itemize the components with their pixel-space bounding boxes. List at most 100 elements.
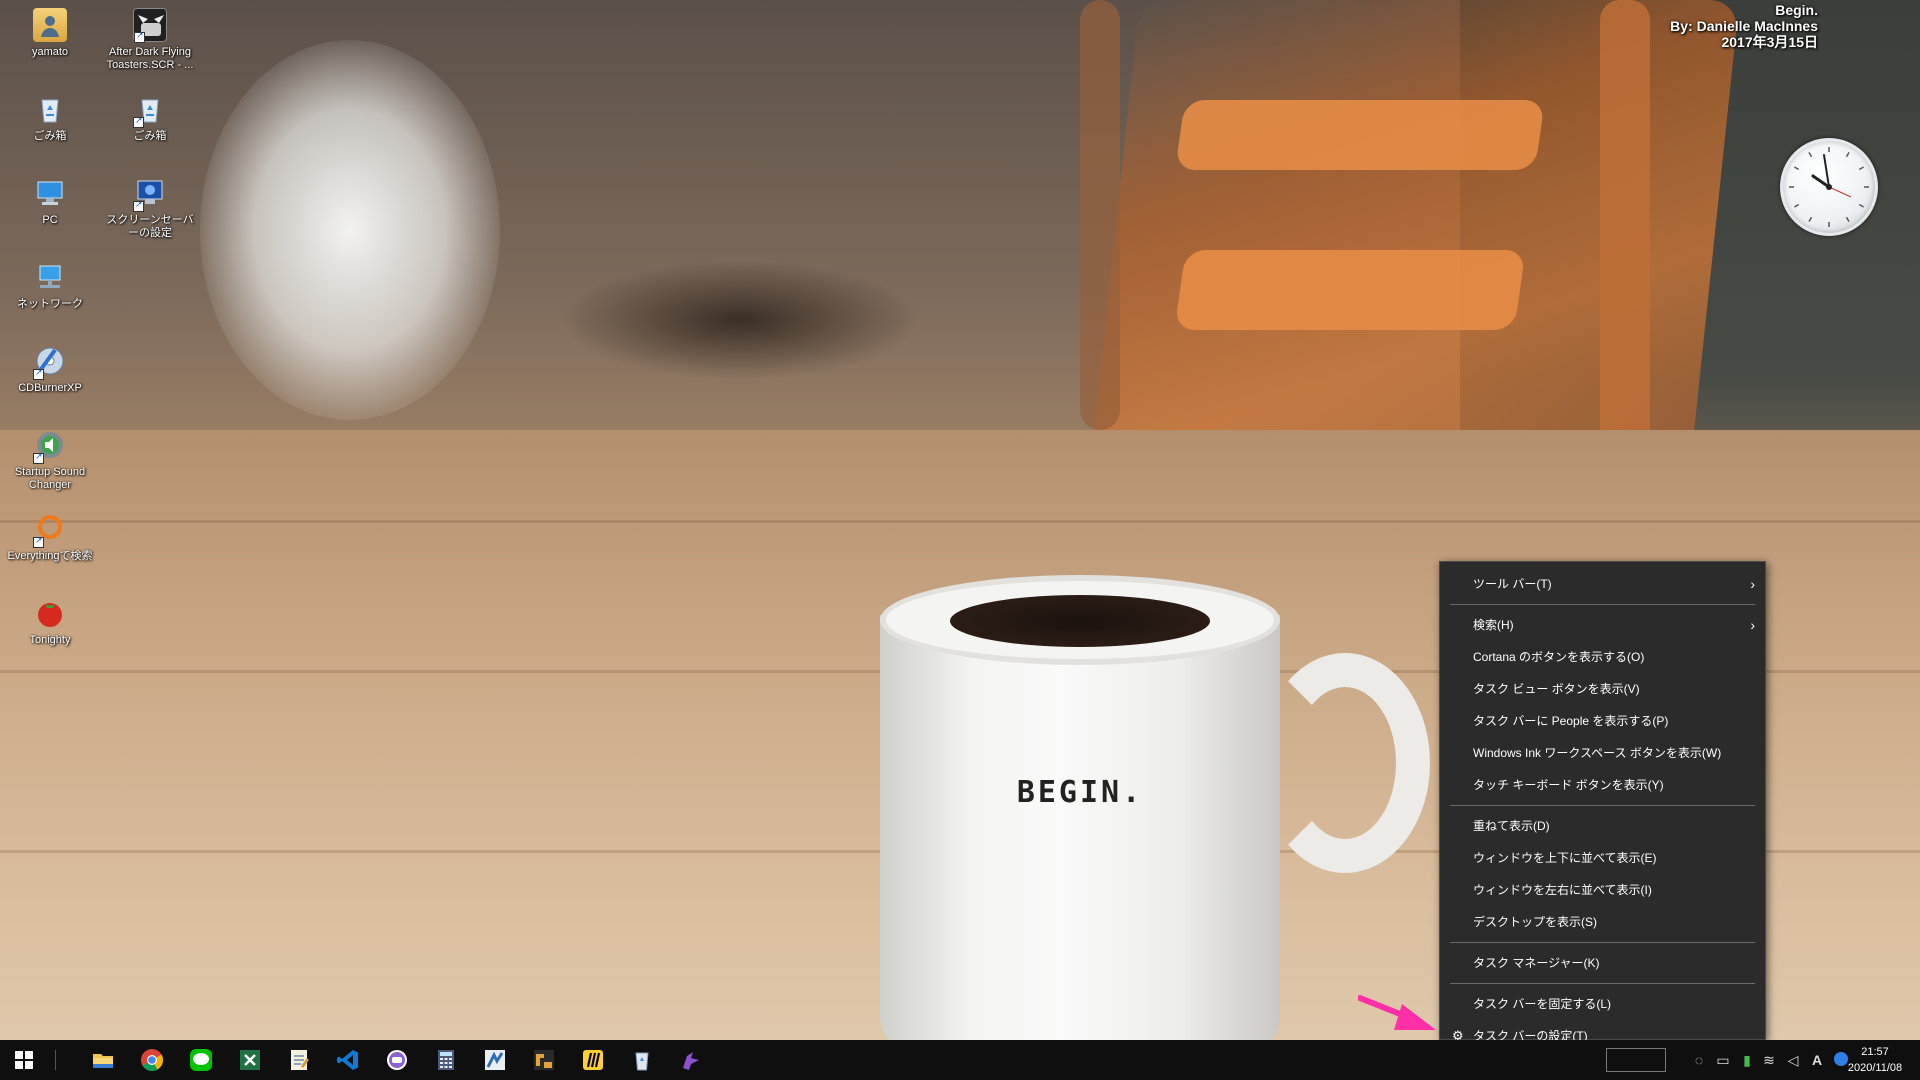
desktop-icon-label: ごみ箱 [133,130,167,142]
tray-battery-icon[interactable]: ▮ [1738,1051,1756,1069]
taskbar-app-recycle-bin[interactable] [618,1040,666,1080]
menu-item-show-task-view-button[interactable]: タスク ビュー ボタンを表示(V) [1440,673,1765,705]
puzzle-app-icon [683,1052,699,1070]
menu-item-show-desktop[interactable]: デスクトップを表示(S) [1440,906,1765,938]
taskbar: ◌ ▭ ▮ ≋ ◁ A 21:57 2020/11/08 [0,1040,1920,1080]
menu-separator [1450,805,1755,806]
menu-item-cascade-windows[interactable]: 重ねて表示(D) [1440,810,1765,842]
menu-separator [1450,983,1755,984]
excel-icon [240,1050,260,1070]
desktop-icon-label: PC [42,214,58,226]
tray-volume-icon[interactable]: ◁ [1784,1051,1802,1069]
desktop-icon-everything[interactable]: Everythingで検索 [0,512,100,563]
desktop-icon-network[interactable]: ネットワーク [5,260,95,311]
desktop-icon-screensaver-settings[interactable]: スクリーンセーバーの設定 [105,176,195,240]
recycle-bin-icon [133,92,167,128]
menu-item-label: 重ねて表示(D) [1473,819,1550,833]
menu-item-search[interactable]: 検索(H) › [1440,609,1765,641]
taskbar-app-chat[interactable] [373,1040,421,1080]
picture-app-icon [485,1050,505,1070]
wallpaper-chair-slat [1175,100,1545,170]
desktop-icon-label: CDBurnerXP [18,382,82,394]
menu-item-side-by-side-windows[interactable]: ウィンドウを左右に並べて表示(I) [1440,874,1765,906]
tray-input-box[interactable] [1606,1048,1666,1072]
shortcut-arrow-icon [33,535,44,548]
wallpaper-table-plank [0,520,1920,523]
menu-item-label: Cortana のボタンを表示する(O) [1473,650,1645,664]
menu-item-show-people[interactable]: タスク バーに People を表示する(P) [1440,705,1765,737]
shortcut-arrow-icon [134,30,145,43]
taskbar-context-menu: ツール バー(T) › 検索(H) › Cortana のボタンを表示する(O)… [1439,561,1766,1043]
miro-icon [583,1050,603,1070]
taskbar-clock[interactable]: 21:57 2020/11/08 [1840,1044,1910,1076]
menu-item-label: タスク ビュー ボタンを表示(V) [1473,682,1640,696]
recycle-bin-icon [635,1052,649,1071]
tray-display-icon[interactable]: ▭ [1714,1051,1732,1069]
desktop-icon-label: After Dark Flying Toasters.SCR - ... [106,46,194,71]
menu-item-toolbars[interactable]: ツール バー(T) › [1440,568,1765,600]
wallpaper-chair-slat [1174,250,1526,330]
taskbar-app-miro[interactable] [569,1040,617,1080]
tool-app-icon [534,1050,554,1070]
menu-item-show-windows-ink[interactable]: Windows Ink ワークスペース ボタンを表示(W) [1440,737,1765,769]
chat-bubble-icon [387,1050,407,1070]
taskbar-app-vscode[interactable] [324,1040,372,1080]
desktop-icon-yamato[interactable]: yamato [5,8,95,59]
menu-item-label: タスク マネージャー(K) [1473,956,1600,970]
menu-item-lock-taskbar[interactable]: タスク バーを固定する(L) [1440,988,1765,1020]
desktop-icon-tonighty[interactable]: Tonighty [5,596,95,647]
desktop-icon-afterdark[interactable]: After Dark Flying Toasters.SCR - ... [105,8,195,72]
taskbar-app-line[interactable] [177,1040,225,1080]
desktop-icon-startup-sound-changer[interactable]: Startup Sound Changer [5,428,95,492]
menu-item-label: ツール バー(T) [1473,577,1552,591]
taskbar-app-notepad[interactable] [275,1040,323,1080]
submenu-arrow-icon: › [1750,576,1755,592]
taskbar-app-calculator[interactable] [422,1040,470,1080]
windows-logo-icon [15,1051,33,1069]
tray-network-icon[interactable]: ◌ [1690,1051,1708,1069]
notepad-icon [291,1050,309,1070]
taskbar-app-image[interactable] [471,1040,519,1080]
taskbar-app-tool[interactable] [520,1040,568,1080]
menu-item-show-cortana-button[interactable]: Cortana のボタンを表示する(O) [1440,641,1765,673]
wallpaper-author: By: Danielle MacInnes [1670,18,1818,34]
taskbar-app-file-explorer[interactable] [79,1040,127,1080]
desktop-icon-recycle-bin[interactable]: ごみ箱 [5,92,95,143]
taskbar-app-puzzle[interactable] [667,1040,715,1080]
desktop-icon-label: Startup Sound Changer [14,466,86,491]
menu-item-label: デスクトップを表示(S) [1473,915,1597,929]
tomato-icon [33,596,67,630]
menu-item-stack-windows[interactable]: ウィンドウを上下に並べて表示(E) [1440,842,1765,874]
pink-arrow-annotation-icon [1358,995,1436,1030]
recycle-bin-icon [33,92,67,126]
start-button[interactable] [0,1040,48,1080]
menu-item-show-touch-keyboard[interactable]: タッチ キーボード ボタンを表示(Y) [1440,769,1765,801]
mug-text: BEGIN. [1016,775,1144,810]
desktop-icon-recycle-bin-shortcut[interactable]: ごみ箱 [105,92,195,143]
tray-wifi-icon[interactable]: ≋ [1760,1051,1778,1069]
clock-face-icon [1789,147,1869,227]
menu-separator [1450,604,1755,605]
taskbar-app-chrome[interactable] [128,1040,176,1080]
desktop-icon-cdburnerxp[interactable]: CDBurnerXP [5,344,95,395]
search-everything-icon [33,512,67,548]
desktop-icon-label: スクリーンセーバーの設定 [106,214,194,239]
analog-clock-gadget[interactable] [1780,138,1878,236]
line-chat-icon [190,1049,212,1071]
menu-item-task-manager[interactable]: タスク マネージャー(K) [1440,947,1765,979]
user-folder-icon [33,8,67,42]
menu-item-label: 検索(H) [1473,618,1514,632]
desktop-icon-label: yamato [31,46,69,58]
taskbar-app-excel[interactable] [226,1040,274,1080]
desktop-icon-pc[interactable]: PC [5,176,95,227]
menu-item-label: タスク バーを固定する(L) [1473,997,1612,1011]
wallpaper-blurred-object [200,40,500,420]
desktop-icon-label: ネットワーク [17,298,83,310]
taskbar-divider [55,1050,56,1070]
clock-date: 2020/11/08 [1847,1062,1903,1074]
desktop-icon-label: ごみ箱 [33,130,67,142]
tray-ime-icon[interactable]: A [1808,1051,1826,1069]
menu-item-label: タッチ キーボード ボタンを表示(Y) [1473,778,1664,792]
mug-body [880,615,1280,1040]
menu-item-label: Windows Ink ワークスペース ボタンを表示(W) [1473,746,1722,760]
